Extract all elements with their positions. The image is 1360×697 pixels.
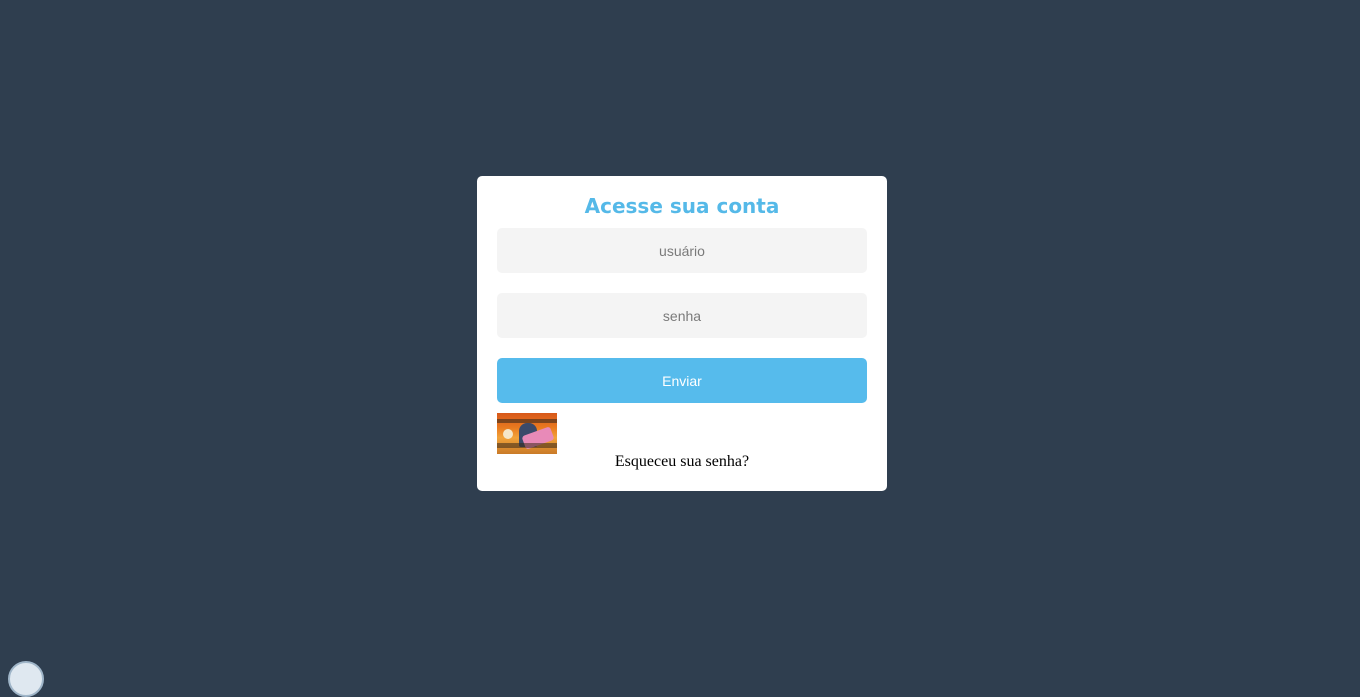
username-input[interactable] [497, 228, 867, 273]
password-input[interactable] [497, 293, 867, 338]
forgot-password-link[interactable]: Esqueceu sua senha? [477, 453, 887, 471]
corner-widget-icon[interactable] [8, 661, 44, 697]
submit-button[interactable]: Enviar [497, 358, 867, 403]
login-title: Acesse sua conta [584, 194, 780, 218]
thumbnail-image [497, 413, 557, 454]
login-card: Acesse sua conta Enviar Esqueceu sua sen… [477, 176, 887, 491]
